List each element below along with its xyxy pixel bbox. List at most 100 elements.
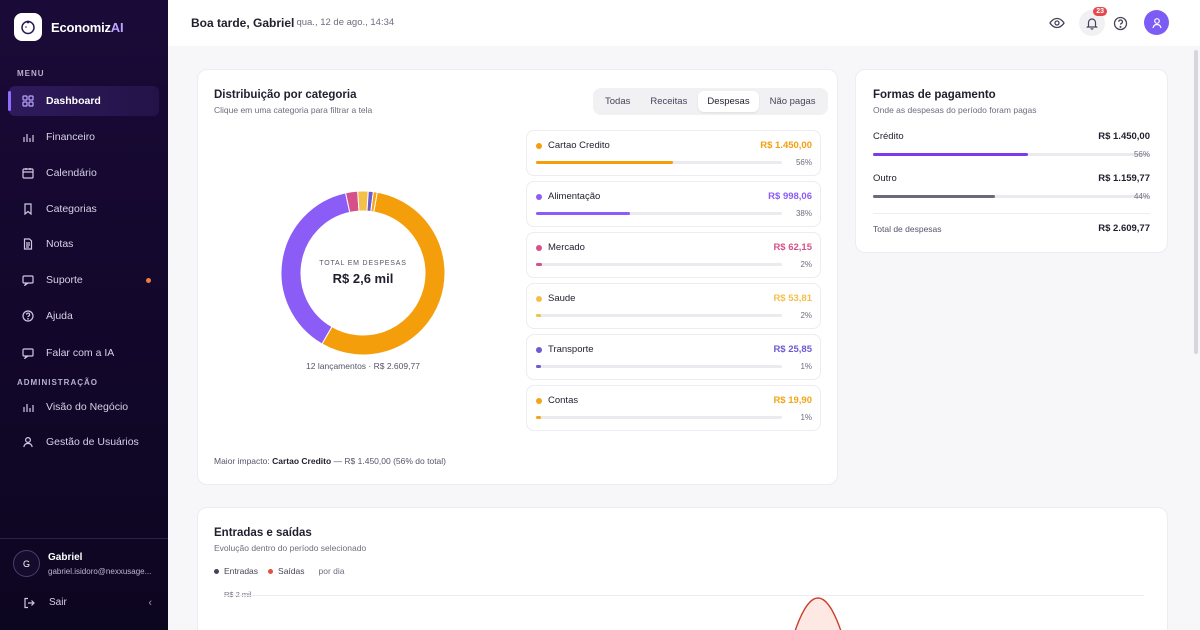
payment-value-credito: R$ 1.450,00 — [1098, 131, 1150, 142]
category-bar-fill — [536, 314, 542, 317]
menu-section-label: MENU — [17, 69, 45, 78]
category-bar-track — [536, 365, 782, 368]
card-title: Entradas e saídas — [214, 527, 312, 539]
largest-impact-note: Maior impacto: Cartao Credito — R$ 1.450… — [214, 456, 447, 466]
brand[interactable]: EconomizAI — [14, 13, 124, 41]
help-icon — [1113, 16, 1127, 30]
grid-line — [224, 595, 1144, 596]
payment-bar-fill-outro — [873, 195, 995, 198]
legend-swatch — [214, 569, 219, 574]
payment-methods-card: Formas de pagamento Onde as despesas do … — [855, 69, 1168, 253]
category-color-dot — [536, 296, 542, 302]
page-scrollbar[interactable] — [1194, 50, 1198, 354]
profile-avatar-button[interactable] — [1144, 10, 1169, 35]
sidebar-item-notas[interactable]: Notas — [9, 229, 159, 259]
sidebar-item-visao-do-negocio[interactable]: Visão do Negócio — [9, 392, 159, 422]
sidebar-item-calendario[interactable]: Calendário — [9, 158, 159, 188]
category-bar-fill — [536, 263, 542, 266]
chat-icon — [21, 347, 34, 360]
category-name: Saude — [548, 293, 576, 304]
user-icon — [1151, 17, 1162, 28]
sidebar-divider — [0, 538, 168, 539]
sidebar-item-gestao-de-usuarios[interactable]: Gestão de Usuários — [9, 427, 159, 457]
category-color-dot — [536, 143, 542, 149]
category-name: Transporte — [548, 344, 594, 355]
category-pct: 38% — [795, 209, 812, 218]
eye-icon — [1049, 17, 1065, 29]
logout-button[interactable]: Sair ‹ — [22, 596, 152, 609]
category-name: Alimentação — [548, 191, 601, 202]
category-value: R$ 62,15 — [773, 242, 812, 253]
sidebar-item-label: Suporte — [46, 274, 83, 286]
notification-count-badge: 23 — [1093, 7, 1107, 16]
category-item-alimentacao[interactable]: Alimentação R$ 998,06 38% — [526, 181, 821, 227]
user-name: Gabriel — [48, 551, 83, 563]
sidebar-item-financeiro[interactable]: Financeiro — [9, 122, 159, 152]
sidebar: EconomizAI MENU Dashboard Financeiro Cal… — [0, 0, 168, 630]
card-title: Formas de pagamento — [873, 89, 996, 101]
sidebar-item-suporte[interactable]: Suporte — [9, 265, 159, 295]
legend-saidas[interactable]: Saídas — [268, 566, 305, 576]
category-bar-track — [536, 161, 782, 164]
user-profile[interactable]: G Gabriel gabriel.isidoro@nexxusage... — [13, 550, 151, 577]
grid-icon — [21, 95, 34, 108]
payment-bar-fill-credito — [873, 153, 1029, 156]
collapse-chevron-icon[interactable]: ‹ — [148, 597, 152, 609]
category-item-saude[interactable]: Saude R$ 53,81 2% — [526, 283, 821, 329]
visibility-toggle-button[interactable] — [1044, 10, 1070, 36]
donut-slice-1[interactable] — [280, 192, 351, 345]
payment-pct-outro: 44% — [1133, 192, 1150, 201]
category-bar-track — [536, 416, 782, 419]
donut-caption: 12 lançamentos · R$ 2.609,77 — [306, 361, 420, 371]
payment-pct-credito: 56% — [1133, 150, 1150, 159]
bar-chart-icon — [21, 401, 34, 414]
category-pct: 2% — [800, 260, 812, 269]
tab-despesas[interactable]: Despesas — [698, 91, 759, 112]
category-item-cartao-credito[interactable]: Cartao Credito R$ 1.450,00 56% — [526, 130, 821, 176]
notification-dot — [146, 277, 151, 283]
category-item-transporte[interactable]: Transporte R$ 25,85 1% — [526, 334, 821, 380]
category-name: Mercado — [548, 242, 585, 253]
saidas-series-peak — [794, 597, 842, 630]
logout-label: Sair — [49, 597, 67, 608]
logout-icon — [22, 596, 35, 609]
top-header: Boa tarde, Gabriel · qua., 12 de ago., 1… — [168, 0, 1200, 46]
category-pct: 2% — [800, 311, 812, 320]
category-name: Contas — [548, 395, 579, 406]
user-icon — [21, 436, 34, 449]
category-bar-track — [536, 263, 782, 266]
sidebar-item-dashboard[interactable]: Dashboard — [8, 86, 159, 116]
tab-nao-pagas[interactable]: Não pagas — [761, 91, 825, 112]
legend-swatch — [268, 569, 274, 574]
category-value: R$ 1.450,00 — [760, 140, 812, 151]
category-color-dot — [536, 194, 542, 200]
payment-value-outro: R$ 1.159,77 — [1098, 173, 1150, 184]
category-bar-fill — [536, 416, 541, 419]
category-value: R$ 998,06 — [768, 191, 812, 202]
document-icon — [21, 238, 34, 251]
tab-receitas[interactable]: Receitas — [641, 91, 696, 112]
sidebar-item-label: Notas — [46, 238, 74, 250]
category-name: Cartao Credito — [548, 140, 610, 151]
sidebar-item-categorias[interactable]: Categorias — [9, 194, 159, 224]
brand-name: EconomizAI — [51, 19, 124, 35]
category-pct: 1% — [800, 413, 812, 422]
divider — [873, 213, 1150, 214]
help-button[interactable] — [1107, 10, 1133, 36]
sidebar-item-label: Dashboard — [46, 95, 101, 107]
donut-center-label: TOTAL EM DESPESAS — [319, 260, 407, 267]
category-pct: 56% — [795, 158, 812, 167]
greeting: Boa tarde, Gabriel — [191, 16, 295, 30]
sidebar-item-label: Financeiro — [46, 131, 96, 143]
tab-todas[interactable]: Todas — [596, 91, 639, 112]
payment-bar-track — [873, 195, 1150, 198]
legend-entradas[interactable]: Entradas — [214, 566, 258, 576]
sidebar-item-ajuda[interactable]: Ajuda — [9, 301, 159, 331]
total-label: Total de despesas — [873, 224, 942, 234]
cashflow-card: Entradas e saídas Evolução dentro do per… — [197, 507, 1168, 630]
category-item-mercado[interactable]: Mercado R$ 62,15 2% — [526, 232, 821, 278]
sidebar-item-falar-com-ia[interactable]: Falar com a IA — [9, 338, 159, 368]
notifications-button[interactable]: 23 — [1079, 7, 1107, 36]
category-item-contas[interactable]: Contas R$ 19,90 1% — [526, 385, 821, 431]
category-value: R$ 19,90 — [773, 395, 812, 406]
